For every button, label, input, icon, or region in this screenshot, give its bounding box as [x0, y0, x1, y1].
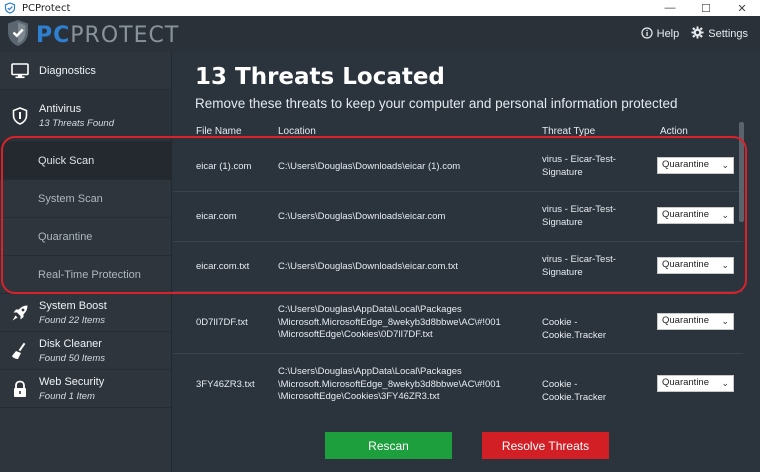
app-header: PCPROTECT Help Settings [0, 16, 760, 52]
main-panel: 13 Threats Located Remove these threats … [173, 52, 760, 472]
sidebar-item-status: Found 1 Item [39, 390, 95, 402]
logo-wordmark: PCPROTECT [36, 23, 180, 48]
action-dropdown[interactable]: Quarantine ⌄ [657, 257, 734, 274]
threat-type-cell: virus - Eicar-Test- Signature [542, 154, 616, 178]
file-name-cell: eicar.com [196, 211, 237, 222]
table-row: eicar.com.txt C:\Users\Douglas\Downloads… [173, 242, 743, 292]
shield-icon [10, 106, 30, 126]
monitor-icon [10, 61, 30, 81]
sidebar-item-antivirus[interactable]: Antivirus 13 Threats Found [0, 90, 171, 142]
sidebar-item-web-security[interactable]: Web Security Found 1 Item [0, 370, 171, 408]
sidebar-item-label: System Boost [39, 299, 107, 312]
app-logo: PCPROTECT [6, 19, 179, 52]
threat-type-cell: Cookie - Cookie.Tracker [542, 379, 607, 403]
sidebar-item-disk-cleaner[interactable]: Disk Cleaner Found 50 Items [0, 332, 171, 370]
header-links: Help Settings [641, 16, 748, 52]
resolve-threats-button[interactable]: Resolve Threats [482, 432, 609, 459]
file-name-cell: 0D7lI7DF.txt [196, 317, 248, 328]
action-dropdown[interactable]: Quarantine ⌄ [657, 375, 734, 392]
window-title: PCProtect [22, 2, 71, 14]
lock-icon [10, 379, 30, 399]
shield-check-icon [2, 0, 18, 16]
sidebar-subitem-quick-scan[interactable]: Quick Scan [0, 142, 171, 180]
chevron-down-icon: ⌄ [721, 160, 729, 171]
chevron-down-icon: ⌄ [721, 378, 729, 389]
help-link[interactable]: Help [641, 26, 680, 42]
sidebar-item-status: 13 Threats Found [39, 117, 114, 129]
maximize-button[interactable]: ☐ [688, 0, 724, 16]
broom-icon [10, 341, 30, 361]
sidebar-item-label: Web Security [39, 375, 105, 388]
table-header: File Name Location Threat Type Action [173, 122, 745, 142]
threat-type-cell: Cookie - Cookie.Tracker [542, 317, 607, 341]
sidebar-subitem-system-scan[interactable]: System Scan [0, 180, 171, 218]
action-dropdown[interactable]: Quarantine ⌄ [657, 157, 734, 174]
sidebar-item-label: Antivirus [39, 102, 82, 115]
table-row: 0D7lI7DF.txt C:\Users\Douglas\AppData\Lo… [173, 292, 743, 354]
chevron-down-icon: ⌄ [721, 316, 729, 327]
rocket-icon [10, 303, 30, 323]
window-controls: — ☐ ✕ [652, 0, 760, 16]
gear-icon [691, 26, 704, 42]
location-cell: C:\Users\Douglas\AppData\Local\Packages \… [278, 366, 501, 402]
table-row: eicar (1).com C:\Users\Douglas\Downloads… [173, 142, 743, 192]
page-subtitle: Remove these threats to keep your comput… [195, 96, 678, 111]
sidebar-item-status: Found 50 Items [39, 352, 106, 364]
sidebar-subitem-quarantine[interactable]: Quarantine [0, 218, 171, 256]
scrollbar-thumb[interactable] [739, 122, 744, 222]
help-label: Help [656, 28, 680, 40]
table-row: 3FY46ZR3.txt C:\Users\Douglas\AppData\Lo… [173, 354, 743, 412]
location-cell: C:\Users\Douglas\Downloads\eicar.com [278, 211, 446, 222]
sidebar-item-status: Found 22 Items [39, 314, 106, 326]
column-header-threat-type: Threat Type [542, 126, 596, 137]
window-titlebar: PCProtect — ☐ ✕ [0, 0, 760, 16]
chevron-down-icon: ⌄ [721, 210, 729, 221]
file-name-cell: eicar.com.txt [196, 261, 250, 272]
sidebar-item-label: Disk Cleaner [39, 337, 102, 350]
location-cell: C:\Users\Douglas\AppData\Local\Packages \… [278, 304, 501, 340]
rescan-button[interactable]: Rescan [325, 432, 452, 459]
threats-table: eicar (1).com C:\Users\Douglas\Downloads… [173, 142, 743, 412]
sidebar-item-label: Diagnostics [39, 64, 96, 77]
file-name-cell: 3FY46ZR3.txt [196, 379, 255, 390]
table-row: eicar.com C:\Users\Douglas\Downloads\eic… [173, 192, 743, 242]
threat-type-cell: virus - Eicar-Test- Signature [542, 204, 616, 228]
action-dropdown[interactable]: Quarantine ⌄ [657, 313, 734, 330]
info-icon [641, 26, 653, 42]
action-dropdown[interactable]: Quarantine ⌄ [657, 207, 734, 224]
minimize-button[interactable]: — [652, 0, 688, 16]
column-header-location: Location [278, 126, 316, 137]
settings-label: Settings [708, 28, 748, 40]
column-header-action: Action [660, 126, 688, 137]
sidebar-item-diagnostics[interactable]: Diagnostics [0, 52, 171, 90]
sidebar: Diagnostics Antivirus 13 Threats Found Q… [0, 52, 172, 472]
location-cell: C:\Users\Douglas\Downloads\eicar (1).com [278, 161, 461, 172]
table-scrollbar[interactable] [739, 122, 745, 412]
shield-logo-icon [6, 19, 30, 52]
file-name-cell: eicar (1).com [196, 161, 252, 172]
location-cell: C:\Users\Douglas\Downloads\eicar.com.txt [278, 261, 459, 272]
column-header-file-name: File Name [196, 126, 242, 137]
sidebar-subitem-real-time-protection[interactable]: Real-Time Protection [0, 256, 171, 294]
sidebar-item-system-boost[interactable]: System Boost Found 22 Items [0, 294, 171, 332]
settings-link[interactable]: Settings [691, 26, 748, 42]
close-button[interactable]: ✕ [724, 0, 760, 16]
page-title: 13 Threats Located [195, 64, 445, 90]
chevron-down-icon: ⌄ [721, 260, 729, 271]
threat-type-cell: virus - Eicar-Test- Signature [542, 254, 616, 278]
